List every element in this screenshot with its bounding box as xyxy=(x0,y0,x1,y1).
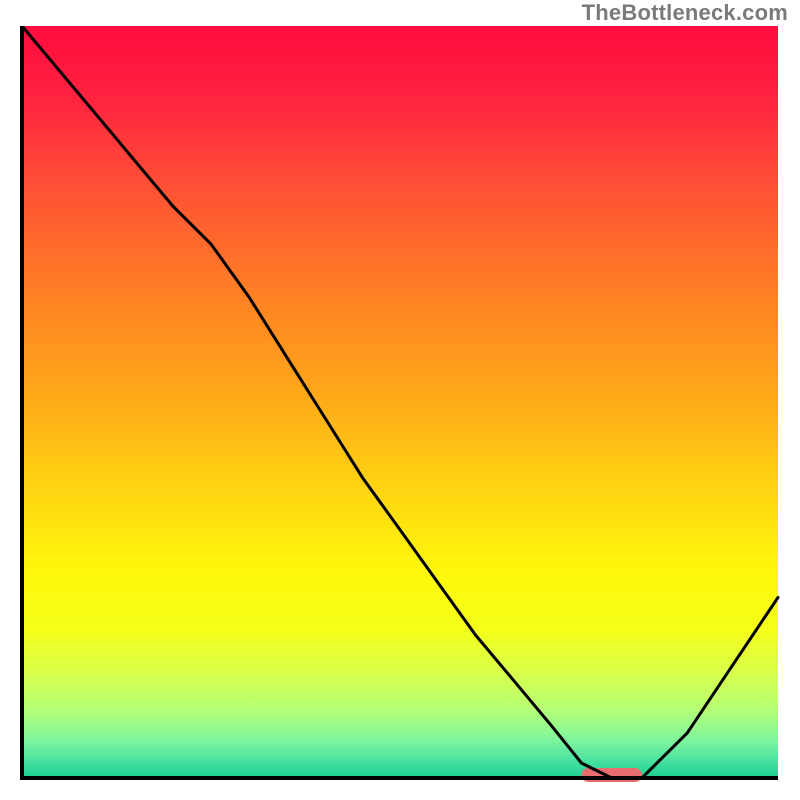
chart-svg xyxy=(18,26,782,782)
chart-container: TheBottleneck.com xyxy=(0,0,800,800)
chart-plot xyxy=(18,26,782,782)
watermark-text: TheBottleneck.com xyxy=(582,0,788,26)
chart-background xyxy=(22,26,778,778)
